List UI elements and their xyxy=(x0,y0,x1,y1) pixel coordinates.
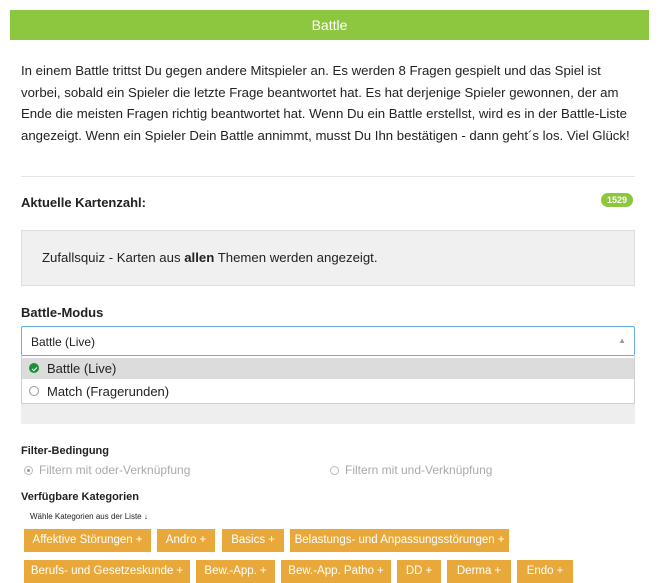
category-chip[interactable]: Derma + xyxy=(447,560,511,583)
plus-icon: + xyxy=(268,534,275,546)
category-label: Derma xyxy=(456,565,492,577)
plus-icon: + xyxy=(376,565,384,577)
categories-hint: Wähle Kategorien aus der Liste ↓ xyxy=(30,512,148,521)
page-header: Battle xyxy=(10,10,649,40)
radio-unchecked-icon xyxy=(330,466,339,475)
category-chip[interactable]: Belastungs- und Anpassungsstörungen + xyxy=(290,529,509,552)
card-count-badge: 1529 xyxy=(601,193,633,207)
radio-unchecked-icon xyxy=(29,386,39,396)
option-label: Battle (Live) xyxy=(47,361,117,376)
category-chip[interactable]: Endo + xyxy=(517,560,573,583)
category-label: Berufs- und Gesetzeskunde xyxy=(30,565,174,577)
category-chip[interactable]: Affektive Störungen + xyxy=(24,529,151,552)
plus-icon: + xyxy=(135,534,143,546)
category-label: Andro xyxy=(165,534,197,546)
option-label: Match (Fragerunden) xyxy=(47,384,170,399)
card-count-label: Aktuelle Kartenzahl: xyxy=(21,195,146,210)
info-bold: allen xyxy=(184,250,215,265)
option-battle-live[interactable]: Battle (Live) xyxy=(22,358,634,379)
plus-icon: + xyxy=(494,565,502,577)
battle-mode-dropdown: Battle (Live) Match (Fragerunden) xyxy=(21,356,635,404)
plus-icon: + xyxy=(176,565,184,577)
category-chip[interactable]: DD + xyxy=(397,560,441,583)
info-prefix: Zufallsquiz - Karten aus xyxy=(42,250,185,265)
info-text: Zufallsquiz - Karten aus allen Themen we… xyxy=(42,250,378,265)
plus-icon: + xyxy=(556,565,564,577)
category-label: DD xyxy=(405,565,423,577)
divider xyxy=(21,176,635,177)
filter-and-label: Filtern mit und-Verknüpfung xyxy=(345,463,493,477)
info-suffix: Themen werden angezeigt. xyxy=(214,250,378,265)
radio-checked-icon xyxy=(29,363,39,373)
category-chip[interactable]: Berufs- und Gesetzeskunde + xyxy=(24,560,190,583)
plus-icon: + xyxy=(259,565,267,577)
info-box: Zufallsquiz - Karten aus allen Themen we… xyxy=(21,230,635,286)
category-label: Belastungs- und Anpassungsstörungen xyxy=(294,534,495,546)
filter-or-label: Filtern mit oder-Verknüpfung xyxy=(39,463,191,477)
category-label: Basics xyxy=(231,534,266,546)
battle-mode-value: Battle (Live) xyxy=(31,335,96,349)
select-arrow-icon: ▲ xyxy=(618,336,626,345)
plus-icon: + xyxy=(425,565,433,577)
categories-label: Verfügbare Kategorien xyxy=(21,491,139,503)
category-label: Endo xyxy=(526,565,554,577)
category-chip[interactable]: Basics + xyxy=(222,529,284,552)
category-label: Bew.-App. Patho xyxy=(288,565,374,577)
category-label: Bew.-App. xyxy=(204,565,257,577)
battle-mode-select[interactable]: Battle (Live) ▲ xyxy=(21,326,635,356)
plus-icon: + xyxy=(497,534,505,546)
option-match[interactable]: Match (Fragerunden) xyxy=(22,381,634,402)
filter-or-radio[interactable]: Filtern mit oder-Verknüpfung xyxy=(24,463,190,477)
battle-mode-label: Battle-Modus xyxy=(21,305,104,320)
category-chip[interactable]: Bew.-App. Patho + xyxy=(281,560,391,583)
category-chip[interactable]: Andro + xyxy=(157,529,215,552)
radio-checked-icon xyxy=(24,466,33,475)
page-title: Battle xyxy=(311,17,348,33)
intro-text: In einem Battle trittst Du gegen andere … xyxy=(21,63,630,143)
select-background-strip xyxy=(21,404,635,424)
filter-and-radio[interactable]: Filtern mit und-Verknüpfung xyxy=(330,463,492,477)
plus-icon: + xyxy=(199,534,207,546)
category-label: Affektive Störungen xyxy=(32,534,133,546)
filter-label: Filter-Bedingung xyxy=(21,445,109,457)
category-chip[interactable]: Bew.-App. + xyxy=(196,560,275,583)
